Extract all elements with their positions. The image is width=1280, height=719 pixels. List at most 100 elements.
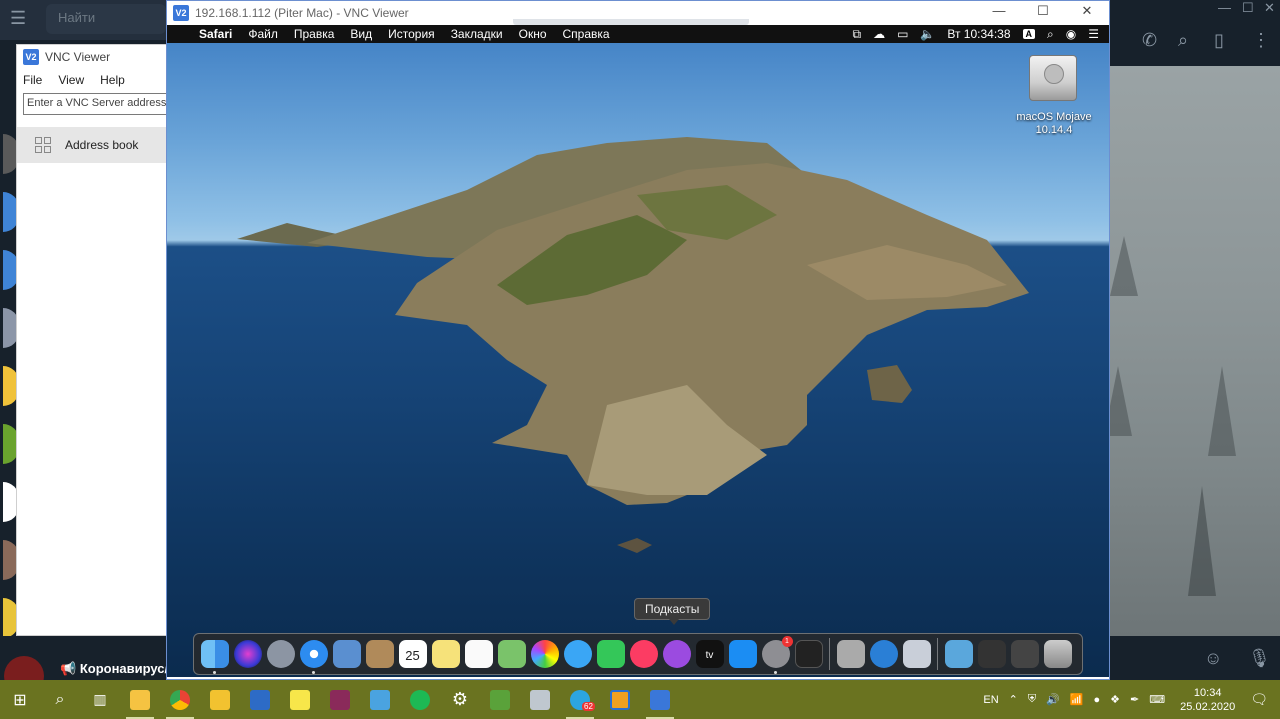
menubar-file[interactable]: Файл bbox=[248, 27, 278, 41]
tree-shape bbox=[1188, 486, 1216, 596]
contacts-icon[interactable] bbox=[365, 640, 394, 668]
siri-app-icon[interactable] bbox=[233, 640, 262, 668]
window-close-icon[interactable]: ✕ bbox=[1264, 0, 1275, 16]
notes-icon[interactable] bbox=[431, 640, 460, 668]
downloads-folder-icon[interactable] bbox=[944, 640, 973, 668]
keyboard-viewer-icon[interactable] bbox=[1010, 640, 1039, 668]
taskbar-explorer[interactable] bbox=[120, 680, 160, 719]
disk-utility-icon[interactable] bbox=[836, 640, 865, 668]
taskbar-chrome[interactable] bbox=[160, 680, 200, 719]
screen-mirroring-icon[interactable]: ⧉ bbox=[852, 27, 861, 42]
language-indicator[interactable]: EN bbox=[983, 694, 998, 706]
menubar-window[interactable]: Окно bbox=[519, 27, 547, 41]
keyboard-icon[interactable]: ⌨ bbox=[1149, 693, 1165, 706]
reminders-icon[interactable] bbox=[464, 640, 493, 668]
menubar-clock[interactable]: Вт 10:34:38 bbox=[947, 27, 1010, 41]
calendar-icon[interactable]: 25 bbox=[398, 640, 427, 668]
search-button[interactable]: ⌕ bbox=[40, 680, 80, 719]
mail-icon[interactable] bbox=[332, 640, 361, 668]
facetime-icon[interactable] bbox=[596, 640, 625, 668]
antivirus-icon[interactable]: ● bbox=[1094, 694, 1101, 706]
volume-icon[interactable]: 🔈 bbox=[920, 27, 935, 41]
mac-menubar: Safari Файл Правка Вид История Закладки … bbox=[167, 25, 1109, 43]
vnc-server-address-input[interactable]: Enter a VNC Server address o bbox=[23, 93, 173, 115]
spotlight-icon[interactable]: ⌕ bbox=[1047, 27, 1054, 42]
window-minimize-icon[interactable]: — bbox=[1218, 0, 1231, 15]
emoji-icon[interactable]: ☺ bbox=[1204, 648, 1222, 669]
photos-icon[interactable] bbox=[530, 640, 559, 668]
remote-mac-desktop[interactable]: Safari Файл Правка Вид История Закладки … bbox=[167, 25, 1109, 677]
menu-file[interactable]: File bbox=[23, 73, 42, 87]
icloud-icon[interactable]: ☁ bbox=[873, 27, 885, 41]
taskbar-coda[interactable] bbox=[480, 680, 520, 719]
menubar-help[interactable]: Справка bbox=[563, 27, 610, 41]
microphone-icon[interactable]: 🎙 bbox=[1248, 648, 1271, 669]
volume-icon[interactable]: 🔊 bbox=[1046, 693, 1060, 706]
taskbar-powershell[interactable] bbox=[240, 680, 280, 719]
messages-icon[interactable] bbox=[563, 640, 592, 668]
pen-icon[interactable]: ✒ bbox=[1130, 693, 1139, 706]
taskbar-sticky-notes[interactable] bbox=[280, 680, 320, 719]
launchpad-icon[interactable] bbox=[266, 640, 295, 668]
minimize-button[interactable]: — bbox=[979, 3, 1019, 21]
tray-overflow-icon[interactable]: ⌃ bbox=[1009, 693, 1018, 706]
menu-help[interactable]: Help bbox=[100, 73, 125, 87]
app-store-icon[interactable] bbox=[728, 640, 757, 668]
close-button[interactable]: ✕ bbox=[1067, 3, 1107, 21]
taskbar-telegram[interactable]: 62 bbox=[560, 680, 600, 719]
menubar-view[interactable]: Вид bbox=[350, 27, 372, 41]
taskbar-vnc-viewer[interactable] bbox=[640, 680, 680, 719]
taskbar-remote-desktop[interactable] bbox=[360, 680, 400, 719]
telegram-message-bar: ☺ 🎙 bbox=[1108, 636, 1280, 680]
preview-icon[interactable] bbox=[902, 640, 931, 668]
telegram-search-input[interactable]: Найти bbox=[46, 4, 166, 34]
menubar-bookmarks[interactable]: Закладки bbox=[451, 27, 503, 41]
hard-drive-icon[interactable] bbox=[1029, 55, 1077, 101]
safari-icon[interactable] bbox=[299, 640, 328, 674]
window-maximize-icon[interactable]: ☐ bbox=[1242, 0, 1254, 16]
pinned-message[interactable]: 📢 Коронавирус/... bbox=[60, 661, 179, 677]
menu-view[interactable]: View bbox=[58, 73, 84, 87]
hamburger-menu-icon[interactable]: ☰ bbox=[10, 8, 26, 29]
security-icon[interactable]: ⛨ bbox=[1028, 693, 1036, 706]
taskbar-tips[interactable] bbox=[200, 680, 240, 719]
more-options-icon[interactable]: ⋮ bbox=[1252, 30, 1270, 51]
start-button[interactable]: ⊞ bbox=[0, 680, 40, 719]
vnc-viewer-titlebar[interactable]: V2 VNC Viewer bbox=[17, 45, 167, 69]
taskbar-clock[interactable]: 10:34 25.02.2020 bbox=[1180, 686, 1235, 714]
music-icon[interactable] bbox=[629, 640, 658, 668]
finder-icon[interactable] bbox=[200, 640, 229, 674]
taskbar-spotify[interactable] bbox=[400, 680, 440, 719]
podcasts-icon[interactable] bbox=[662, 640, 691, 668]
system-preferences-icon[interactable]: 1 bbox=[761, 636, 793, 674]
action-center-icon[interactable]: 🗨 bbox=[1250, 691, 1268, 708]
mac-dock: 25 tv 1 bbox=[193, 633, 1083, 675]
network-icon[interactable]: 📶 bbox=[1070, 693, 1084, 706]
sidebar-toggle-icon[interactable]: ▯ bbox=[1214, 30, 1224, 51]
notification-center-icon[interactable]: ☰ bbox=[1088, 27, 1099, 41]
address-book-item[interactable]: Address book bbox=[17, 127, 167, 163]
task-view-button[interactable]: ▥ bbox=[80, 680, 120, 719]
activity-monitor-icon[interactable] bbox=[794, 640, 823, 668]
input-source-badge[interactable]: A bbox=[1022, 29, 1036, 39]
maps-icon[interactable] bbox=[497, 640, 526, 668]
siri-icon[interactable]: ◉ bbox=[1066, 27, 1076, 41]
taskbar-virtualbox[interactable] bbox=[600, 680, 640, 719]
apple-tv-icon[interactable]: tv bbox=[695, 640, 724, 668]
onedrive-icon[interactable] bbox=[869, 640, 898, 668]
taskbar-settings[interactable]: ⚙ bbox=[440, 680, 480, 719]
taskbar-winrar[interactable] bbox=[320, 680, 360, 719]
taskbar-photos[interactable] bbox=[520, 680, 560, 719]
trash-icon[interactable] bbox=[1043, 640, 1072, 668]
hard-drive-label[interactable]: macOS Mojave 10.14.4 bbox=[999, 111, 1109, 137]
stocks-icon[interactable] bbox=[977, 640, 1006, 668]
dropbox-icon[interactable]: ❖ bbox=[1110, 693, 1120, 706]
phone-icon[interactable]: ✆ bbox=[1142, 30, 1157, 51]
airplay-icon[interactable]: ▭ bbox=[897, 27, 908, 41]
maximize-button[interactable]: ☐ bbox=[1023, 3, 1063, 21]
vnc-session-titlebar[interactable]: V2 192.168.1.112 (Piter Mac) - VNC Viewe… bbox=[167, 1, 1109, 25]
menubar-history[interactable]: История bbox=[388, 27, 435, 41]
search-icon[interactable]: ⌕ bbox=[1178, 30, 1188, 51]
menubar-edit[interactable]: Правка bbox=[294, 27, 335, 41]
menubar-app-name[interactable]: Safari bbox=[199, 27, 232, 41]
